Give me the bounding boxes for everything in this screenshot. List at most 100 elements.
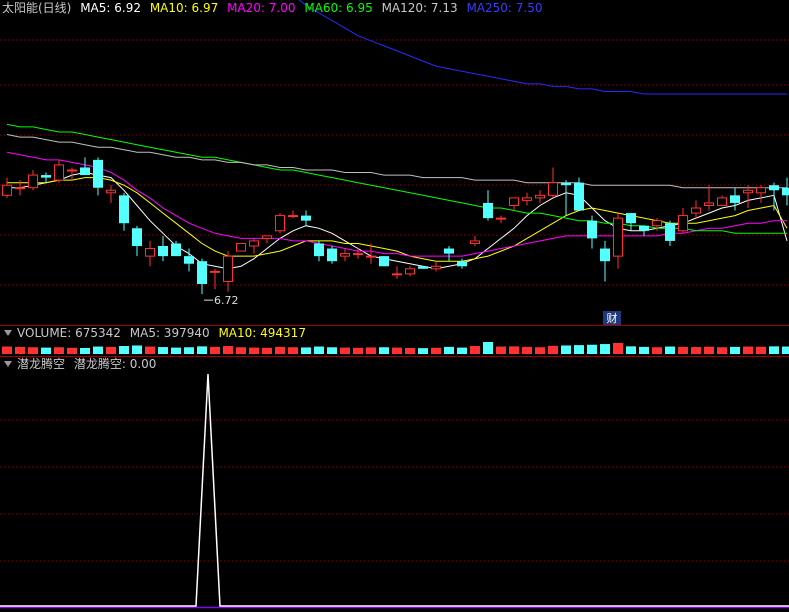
volume-bar: [158, 347, 168, 354]
candle-body: [639, 225, 649, 231]
volume-bar: [106, 346, 116, 354]
candle-body: [210, 270, 220, 273]
candle-body: [587, 220, 597, 239]
candle-body: [301, 215, 311, 221]
price-legend: 太阳能(日线) MA5: 6.92 MA10: 6.97 MA20: 7.00 …: [2, 0, 547, 16]
volume-bar: [613, 342, 623, 354]
volume-bar: [80, 347, 90, 354]
candle-body: [431, 265, 441, 270]
candle-body: [535, 194, 545, 199]
volume-bar: [431, 347, 441, 354]
volume-bar: [379, 347, 389, 354]
volume-bar: [41, 347, 51, 354]
finance-badge-label: 财: [607, 311, 618, 325]
volume-bar: [756, 346, 766, 354]
volume-bar: [548, 345, 558, 354]
volume-bar: [639, 346, 649, 354]
volume-bar: [15, 346, 25, 354]
volume-bar: [522, 346, 532, 354]
collapse-triangle-icon[interactable]: [4, 361, 12, 367]
candle-body: [15, 187, 25, 190]
candle-body: [743, 189, 753, 194]
indicator-legend: 潜龙腾空 潜龙腾空: 0.00: [2, 356, 161, 372]
candle-body: [548, 182, 558, 196]
volume-ma10-label: MA10: 494317: [218, 326, 306, 340]
candle-body: [457, 261, 467, 267]
volume-bar: [67, 347, 77, 354]
volume-bar: [483, 342, 493, 354]
volume-bar: [457, 347, 467, 354]
volume-bar: [665, 346, 675, 354]
candle-body: [54, 164, 64, 181]
candle-body: [652, 220, 662, 227]
volume-bar: [28, 347, 38, 354]
volume-bar: [652, 347, 662, 354]
volume-bar: [743, 346, 753, 354]
volume-bar: [249, 347, 259, 354]
volume-bar: [301, 347, 311, 354]
volume-bar: [496, 346, 506, 354]
candle-body: [327, 248, 337, 262]
candle-body: [717, 197, 727, 206]
candle-body: [782, 187, 789, 196]
volume-bar: [353, 347, 363, 354]
candle-body: [379, 256, 389, 267]
volume-bar: [392, 347, 402, 354]
candle-body: [600, 248, 610, 262]
candle-body: [67, 169, 77, 172]
candle-body: [236, 242, 246, 252]
candle-body: [730, 195, 740, 203]
candle-body: [171, 243, 181, 257]
stock-title: 太阳能(日线): [2, 1, 72, 15]
volume-bar: [145, 346, 155, 354]
candle-body: [132, 228, 142, 246]
candle-body: [704, 202, 714, 206]
volume-bar: [535, 347, 545, 354]
volume-bar: [587, 344, 597, 354]
candle-body: [496, 217, 506, 220]
candle-body: [522, 197, 532, 201]
candle-body: [314, 243, 324, 257]
indicator-value-label: 潜龙腾空: 0.00: [73, 357, 157, 371]
indicator-line: [0, 373, 789, 607]
candle-body: [80, 167, 90, 176]
stock-chart: 6.72 财: [0, 0, 789, 609]
candle-body: [418, 266, 428, 269]
candle-body: [574, 182, 584, 211]
volume-bar: [470, 346, 480, 354]
candle-body: [288, 215, 298, 218]
candle-body: [249, 240, 259, 247]
volume-bar: [340, 347, 350, 354]
volume-bar: [691, 347, 701, 354]
volume-bar: [704, 346, 714, 354]
volume-bar: [236, 347, 246, 354]
candle-body: [197, 261, 207, 284]
candle-body: [145, 248, 155, 257]
volume-bar: [418, 348, 428, 354]
ma250-label: MA250: 7.50: [466, 1, 543, 15]
volume-bar: [444, 346, 454, 354]
indicator-name: 潜龙腾空: [17, 357, 66, 371]
volume-bar: [600, 344, 610, 354]
ma10-label: MA10: 6.97: [149, 1, 219, 15]
candle-body: [41, 175, 51, 178]
volume-bar: [54, 347, 64, 354]
candle-body: [119, 195, 129, 224]
volume-bar: [626, 346, 636, 354]
volume-bar: [223, 346, 233, 354]
volume-title: VOLUME: 675342: [17, 326, 121, 340]
candle-body: [405, 268, 415, 275]
candle-body: [756, 187, 766, 194]
volume-bar: [717, 347, 727, 354]
candle-body: [444, 248, 454, 254]
volume-bar: [769, 346, 779, 354]
candle-body: [691, 207, 701, 214]
ma120-label: MA120: 7.13: [381, 1, 458, 15]
ma5-label: MA5: 6.92: [80, 1, 141, 15]
volume-bar: [132, 345, 142, 354]
collapse-triangle-icon[interactable]: [4, 330, 12, 336]
candle-body: [223, 255, 233, 282]
volume-bar: [262, 347, 272, 354]
volume-bar: [93, 346, 103, 354]
candle-body: [106, 189, 116, 194]
